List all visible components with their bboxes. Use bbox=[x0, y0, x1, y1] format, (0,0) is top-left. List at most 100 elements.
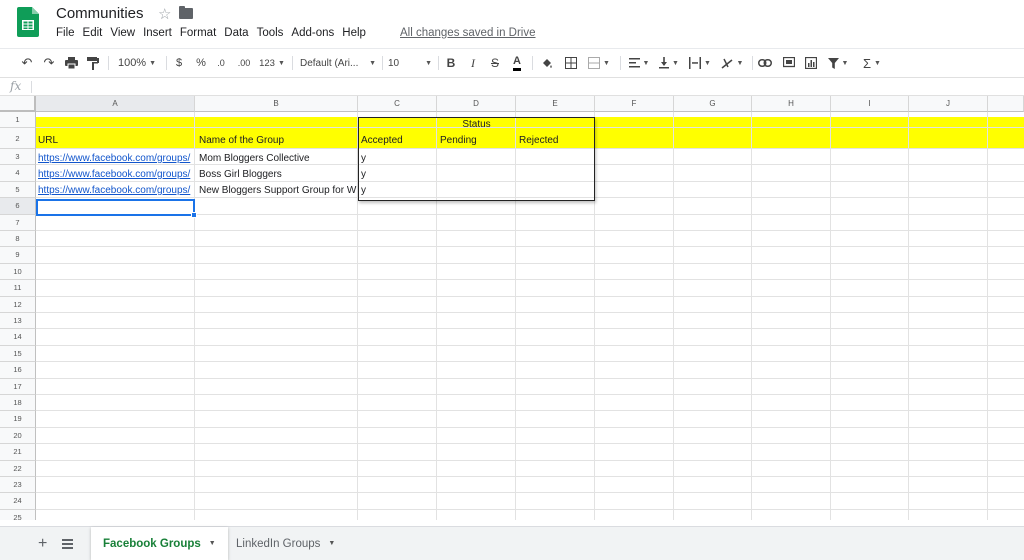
bold-button[interactable]: B bbox=[444, 54, 458, 72]
insert-link-icon[interactable] bbox=[756, 54, 774, 72]
row-header-14[interactable]: 14 bbox=[0, 329, 36, 346]
text-rotation-icon[interactable]: ▼ bbox=[718, 54, 746, 72]
row-header-22[interactable]: 22 bbox=[0, 460, 36, 477]
italic-button[interactable]: I bbox=[466, 54, 480, 72]
row-header-25[interactable]: 25 bbox=[0, 509, 36, 520]
menu-tools[interactable]: Tools bbox=[253, 27, 288, 39]
cell-b3[interactable]: Mom Bloggers Collective bbox=[199, 151, 358, 167]
tab-facebook-groups[interactable]: Facebook Groups ▼ bbox=[91, 527, 228, 560]
row-header-21[interactable]: 21 bbox=[0, 444, 36, 461]
star-icon[interactable]: ☆ bbox=[158, 5, 171, 23]
row-header-6[interactable]: 6 bbox=[0, 198, 36, 215]
row-header-1[interactable]: 1 bbox=[0, 112, 36, 128]
menu-edit[interactable]: Edit bbox=[79, 27, 107, 39]
menu-insert[interactable]: Insert bbox=[139, 27, 176, 39]
menu-view[interactable]: View bbox=[106, 27, 139, 39]
cell-a3-link[interactable]: https://www.facebook.com/groups/ bbox=[38, 151, 195, 167]
sheets-logo-icon[interactable] bbox=[17, 7, 39, 37]
more-formats-select[interactable]: 123 ▼ bbox=[258, 54, 286, 72]
row-header-10[interactable]: 10 bbox=[0, 263, 36, 281]
row-header-19[interactable]: 19 bbox=[0, 411, 36, 428]
row-header-11[interactable]: 11 bbox=[0, 280, 36, 297]
increase-decimal-button[interactable]: .00 bbox=[234, 54, 254, 72]
menu-format[interactable]: Format bbox=[176, 27, 220, 39]
row-header-17[interactable]: 17 bbox=[0, 378, 36, 395]
cell-c3[interactable]: y bbox=[361, 151, 435, 167]
paint-format-icon[interactable] bbox=[84, 54, 102, 72]
status-header-cell[interactable]: Status bbox=[358, 117, 595, 133]
cell-c5[interactable]: y bbox=[361, 183, 435, 199]
chevron-down-icon[interactable]: ▼ bbox=[328, 540, 335, 547]
row-header-12[interactable]: 12 bbox=[0, 296, 36, 313]
row-header-23[interactable]: 23 bbox=[0, 477, 36, 494]
selected-cell-a6[interactable] bbox=[36, 199, 197, 218]
row-header-4[interactable]: 4 bbox=[0, 165, 36, 182]
row-header-16[interactable]: 16 bbox=[0, 362, 36, 379]
row-header-15[interactable]: 15 bbox=[0, 345, 36, 363]
horizontal-align-icon[interactable]: ▼ bbox=[626, 54, 652, 72]
cell-a2[interactable]: URL bbox=[38, 133, 193, 149]
spreadsheet-grid[interactable]: A B C D E F G H I J 1 2 3 4 5 6 7 8 9 10 11 12 13 14 1… bbox=[0, 96, 1024, 520]
column-header-d[interactable]: D bbox=[437, 96, 516, 112]
menu-add-ons[interactable]: Add-ons bbox=[287, 27, 338, 39]
cell-b5[interactable]: New Bloggers Support Group for W bbox=[199, 183, 358, 199]
borders-icon[interactable] bbox=[562, 54, 580, 72]
column-header-h[interactable]: H bbox=[752, 96, 831, 112]
merge-cells-icon[interactable]: ▼ bbox=[586, 54, 612, 72]
column-header-e[interactable]: E bbox=[516, 96, 595, 112]
select-all-corner[interactable] bbox=[0, 96, 36, 112]
cell-b2[interactable]: Name of the Group bbox=[199, 133, 356, 149]
font-size-select[interactable]: 10 ▼ bbox=[388, 54, 432, 72]
row-header-3[interactable]: 3 bbox=[0, 149, 36, 166]
row-header-9[interactable]: 9 bbox=[0, 247, 36, 264]
percent-format-button[interactable]: % bbox=[194, 54, 208, 72]
row-header-2[interactable]: 2 bbox=[0, 128, 36, 149]
font-family-select[interactable]: Default (Ari... ▼ bbox=[300, 54, 376, 72]
folder-icon[interactable] bbox=[179, 6, 193, 19]
fill-color-icon[interactable] bbox=[538, 54, 556, 72]
column-header-k[interactable] bbox=[988, 96, 1024, 112]
zoom-select[interactable]: 100% ▼ bbox=[114, 54, 160, 72]
filter-icon[interactable]: ▼ bbox=[824, 54, 852, 72]
cell-a5-link[interactable]: https://www.facebook.com/groups/ bbox=[38, 183, 195, 199]
redo-icon[interactable]: ↷ bbox=[40, 54, 58, 72]
cell-b4[interactable]: Boss Girl Bloggers bbox=[199, 167, 358, 183]
undo-icon[interactable]: ↶ bbox=[18, 54, 36, 72]
cell-d2[interactable]: Pending bbox=[440, 133, 514, 149]
all-sheets-icon[interactable] bbox=[62, 539, 73, 549]
row-header-8[interactable]: 8 bbox=[0, 231, 36, 248]
column-header-c[interactable]: C bbox=[358, 96, 437, 112]
text-wrapping-icon[interactable]: ▼ bbox=[686, 54, 714, 72]
document-title[interactable]: Communities bbox=[56, 5, 144, 22]
row-header-5[interactable]: 5 bbox=[0, 181, 36, 199]
menu-data[interactable]: Data bbox=[220, 27, 252, 39]
row-header-7[interactable]: 7 bbox=[0, 214, 36, 231]
print-icon[interactable] bbox=[62, 54, 80, 72]
menu-file[interactable]: File bbox=[52, 27, 79, 39]
add-sheet-icon[interactable]: + bbox=[38, 535, 47, 553]
menu-help[interactable]: Help bbox=[338, 27, 370, 39]
column-header-g[interactable]: G bbox=[674, 96, 752, 112]
functions-icon[interactable]: Σ ▼ bbox=[858, 54, 886, 72]
insert-comment-icon[interactable] bbox=[780, 54, 798, 72]
cell-a4-link[interactable]: https://www.facebook.com/groups/ bbox=[38, 167, 195, 183]
column-header-j[interactable]: J bbox=[909, 96, 988, 112]
formula-bar[interactable]: fx bbox=[0, 77, 1024, 96]
save-status-link[interactable]: All changes saved in Drive bbox=[400, 27, 536, 39]
cell-c2[interactable]: Accepted bbox=[361, 133, 435, 149]
row-header-13[interactable]: 13 bbox=[0, 313, 36, 330]
row-header-24[interactable]: 24 bbox=[0, 493, 36, 510]
currency-format-button[interactable]: $ bbox=[172, 54, 186, 72]
cell-c4[interactable]: y bbox=[361, 167, 435, 183]
column-header-i[interactable]: I bbox=[831, 96, 909, 112]
column-header-f[interactable]: F bbox=[595, 96, 674, 112]
tab-linkedin-groups[interactable]: LinkedIn Groups ▼ bbox=[224, 527, 347, 560]
row-header-20[interactable]: 20 bbox=[0, 427, 36, 445]
column-header-b[interactable]: B bbox=[195, 96, 358, 112]
strikethrough-button[interactable]: S bbox=[488, 54, 502, 72]
insert-chart-icon[interactable] bbox=[802, 54, 820, 72]
vertical-align-icon[interactable]: ▼ bbox=[656, 54, 682, 72]
text-color-button[interactable]: A bbox=[508, 54, 526, 72]
column-header-a[interactable]: A bbox=[36, 96, 195, 112]
fill-handle[interactable] bbox=[191, 212, 197, 218]
